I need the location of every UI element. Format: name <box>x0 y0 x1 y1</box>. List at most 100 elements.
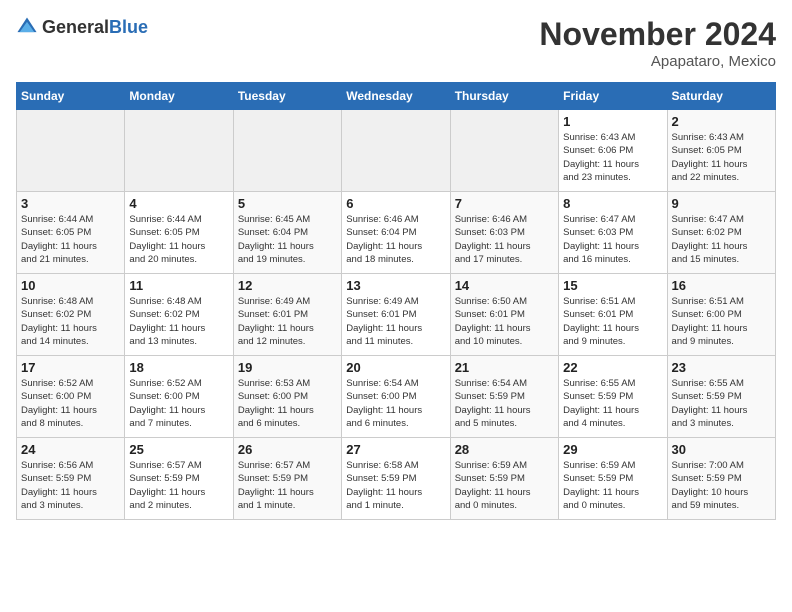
location: Apapataro, Mexico <box>539 53 776 70</box>
day-number: 10 <box>21 278 120 293</box>
day-info: Sunrise: 6:59 AM Sunset: 5:59 PM Dayligh… <box>455 459 554 512</box>
day-number: 12 <box>238 278 337 293</box>
day-number: 28 <box>455 442 554 457</box>
day-number: 25 <box>129 442 228 457</box>
weekday-header-thursday: Thursday <box>450 83 558 110</box>
day-info: Sunrise: 6:57 AM Sunset: 5:59 PM Dayligh… <box>238 459 337 512</box>
logo-general: General <box>42 17 109 37</box>
weekday-header-row: SundayMondayTuesdayWednesdayThursdayFrid… <box>17 83 776 110</box>
day-info: Sunrise: 6:54 AM Sunset: 5:59 PM Dayligh… <box>455 377 554 430</box>
calendar-cell: 8 Sunrise: 6:47 AM Sunset: 6:03 PM Daylig… <box>559 192 667 274</box>
day-number: 7 <box>455 196 554 211</box>
day-info: Sunrise: 6:51 AM Sunset: 6:01 PM Dayligh… <box>563 295 662 348</box>
day-info: Sunrise: 6:51 AM Sunset: 6:00 PM Dayligh… <box>672 295 771 348</box>
calendar-cell: 25 Sunrise: 6:57 AM Sunset: 5:59 PM Dayli… <box>125 438 233 520</box>
calendar-cell: 26 Sunrise: 6:57 AM Sunset: 5:59 PM Dayli… <box>233 438 341 520</box>
calendar-cell: 24 Sunrise: 6:56 AM Sunset: 5:59 PM Dayli… <box>17 438 125 520</box>
calendar-cell: 12 Sunrise: 6:49 AM Sunset: 6:01 PM Dayli… <box>233 274 341 356</box>
day-info: Sunrise: 6:52 AM Sunset: 6:00 PM Dayligh… <box>21 377 120 430</box>
day-info: Sunrise: 6:56 AM Sunset: 5:59 PM Dayligh… <box>21 459 120 512</box>
weekday-header-monday: Monday <box>125 83 233 110</box>
month-title: November 2024 <box>539 16 776 53</box>
calendar-cell: 21 Sunrise: 6:54 AM Sunset: 5:59 PM Dayli… <box>450 356 558 438</box>
day-info: Sunrise: 6:47 AM Sunset: 6:03 PM Dayligh… <box>563 213 662 266</box>
day-info: Sunrise: 6:47 AM Sunset: 6:02 PM Dayligh… <box>672 213 771 266</box>
day-info: Sunrise: 6:44 AM Sunset: 6:05 PM Dayligh… <box>21 213 120 266</box>
day-number: 27 <box>346 442 445 457</box>
day-number: 24 <box>21 442 120 457</box>
calendar-cell <box>342 110 450 192</box>
day-number: 6 <box>346 196 445 211</box>
day-info: Sunrise: 6:49 AM Sunset: 6:01 PM Dayligh… <box>346 295 445 348</box>
day-number: 21 <box>455 360 554 375</box>
calendar-cell <box>233 110 341 192</box>
calendar-cell: 3 Sunrise: 6:44 AM Sunset: 6:05 PM Daylig… <box>17 192 125 274</box>
day-number: 30 <box>672 442 771 457</box>
week-row-2: 10 Sunrise: 6:48 AM Sunset: 6:02 PM Dayli… <box>17 274 776 356</box>
day-number: 16 <box>672 278 771 293</box>
title-area: November 2024 Apapataro, Mexico <box>539 16 776 70</box>
calendar-cell: 22Sunrise: 6:55 AM Sunset: 5:59 PM Dayli… <box>559 356 667 438</box>
calendar-cell: 11 Sunrise: 6:48 AM Sunset: 6:02 PM Dayli… <box>125 274 233 356</box>
day-info: Sunrise: 6:55 AM Sunset: 5:59 PM Dayligh… <box>563 377 662 430</box>
calendar-cell: 17 Sunrise: 6:52 AM Sunset: 6:00 PM Dayli… <box>17 356 125 438</box>
day-number: 13 <box>346 278 445 293</box>
week-row-3: 17 Sunrise: 6:52 AM Sunset: 6:00 PM Dayli… <box>17 356 776 438</box>
week-row-1: 3 Sunrise: 6:44 AM Sunset: 6:05 PM Daylig… <box>17 192 776 274</box>
day-info: Sunrise: 6:44 AM Sunset: 6:05 PM Dayligh… <box>129 213 228 266</box>
calendar-cell <box>17 110 125 192</box>
day-number: 23 <box>672 360 771 375</box>
weekday-header-friday: Friday <box>559 83 667 110</box>
day-number: 20 <box>346 360 445 375</box>
calendar-cell: 6 Sunrise: 6:46 AM Sunset: 6:04 PM Daylig… <box>342 192 450 274</box>
day-info: Sunrise: 6:59 AM Sunset: 5:59 PM Dayligh… <box>563 459 662 512</box>
page-header: GeneralBlue November 2024 Apapataro, Mex… <box>16 16 776 70</box>
day-info: Sunrise: 6:50 AM Sunset: 6:01 PM Dayligh… <box>455 295 554 348</box>
day-number: 18 <box>129 360 228 375</box>
day-number: 17 <box>21 360 120 375</box>
calendar-cell: 27 Sunrise: 6:58 AM Sunset: 5:59 PM Dayli… <box>342 438 450 520</box>
day-info: Sunrise: 6:46 AM Sunset: 6:04 PM Dayligh… <box>346 213 445 266</box>
day-number: 29 <box>563 442 662 457</box>
week-row-4: 24 Sunrise: 6:56 AM Sunset: 5:59 PM Dayli… <box>17 438 776 520</box>
calendar-cell <box>450 110 558 192</box>
calendar-cell: 18 Sunrise: 6:52 AM Sunset: 6:00 PM Dayli… <box>125 356 233 438</box>
day-number: 11 <box>129 278 228 293</box>
day-info: Sunrise: 6:49 AM Sunset: 6:01 PM Dayligh… <box>238 295 337 348</box>
logo: GeneralBlue <box>16 16 148 38</box>
day-info: Sunrise: 6:48 AM Sunset: 6:02 PM Dayligh… <box>129 295 228 348</box>
day-number: 19 <box>238 360 337 375</box>
day-number: 1 <box>563 114 662 129</box>
day-info: Sunrise: 6:45 AM Sunset: 6:04 PM Dayligh… <box>238 213 337 266</box>
day-number: 3 <box>21 196 120 211</box>
day-info: Sunrise: 6:54 AM Sunset: 6:00 PM Dayligh… <box>346 377 445 430</box>
day-number: 5 <box>238 196 337 211</box>
day-info: Sunrise: 6:43 AM Sunset: 6:06 PM Dayligh… <box>563 131 662 184</box>
calendar-cell: 9Sunrise: 6:47 AM Sunset: 6:02 PM Daylig… <box>667 192 775 274</box>
calendar-cell: 23 Sunrise: 6:55 AM Sunset: 5:59 PM Dayli… <box>667 356 775 438</box>
day-info: Sunrise: 6:58 AM Sunset: 5:59 PM Dayligh… <box>346 459 445 512</box>
calendar-cell: 13 Sunrise: 6:49 AM Sunset: 6:01 PM Dayli… <box>342 274 450 356</box>
calendar-cell: 1 Sunrise: 6:43 AM Sunset: 6:06 PM Daylig… <box>559 110 667 192</box>
day-info: Sunrise: 6:52 AM Sunset: 6:00 PM Dayligh… <box>129 377 228 430</box>
day-info: Sunrise: 6:57 AM Sunset: 5:59 PM Dayligh… <box>129 459 228 512</box>
calendar-cell: 5 Sunrise: 6:45 AM Sunset: 6:04 PM Daylig… <box>233 192 341 274</box>
logo-blue: Blue <box>109 17 148 37</box>
calendar-cell: 20 Sunrise: 6:54 AM Sunset: 6:00 PM Dayli… <box>342 356 450 438</box>
calendar-cell: 10Sunrise: 6:48 AM Sunset: 6:02 PM Dayli… <box>17 274 125 356</box>
calendar-cell: 14 Sunrise: 6:50 AM Sunset: 6:01 PM Dayli… <box>450 274 558 356</box>
weekday-header-wednesday: Wednesday <box>342 83 450 110</box>
calendar-cell: 19Sunrise: 6:53 AM Sunset: 6:00 PM Dayli… <box>233 356 341 438</box>
calendar-table: SundayMondayTuesdayWednesdayThursdayFrid… <box>16 82 776 520</box>
day-info: Sunrise: 6:55 AM Sunset: 5:59 PM Dayligh… <box>672 377 771 430</box>
day-number: 14 <box>455 278 554 293</box>
day-number: 2 <box>672 114 771 129</box>
calendar-cell <box>125 110 233 192</box>
weekday-header-tuesday: Tuesday <box>233 83 341 110</box>
day-number: 8 <box>563 196 662 211</box>
calendar-cell: 16 Sunrise: 6:51 AM Sunset: 6:00 PM Dayli… <box>667 274 775 356</box>
calendar-cell: 29 Sunrise: 6:59 AM Sunset: 5:59 PM Dayli… <box>559 438 667 520</box>
calendar-cell: 30Sunrise: 7:00 AM Sunset: 5:59 PM Dayli… <box>667 438 775 520</box>
weekday-header-sunday: Sunday <box>17 83 125 110</box>
day-number: 26 <box>238 442 337 457</box>
